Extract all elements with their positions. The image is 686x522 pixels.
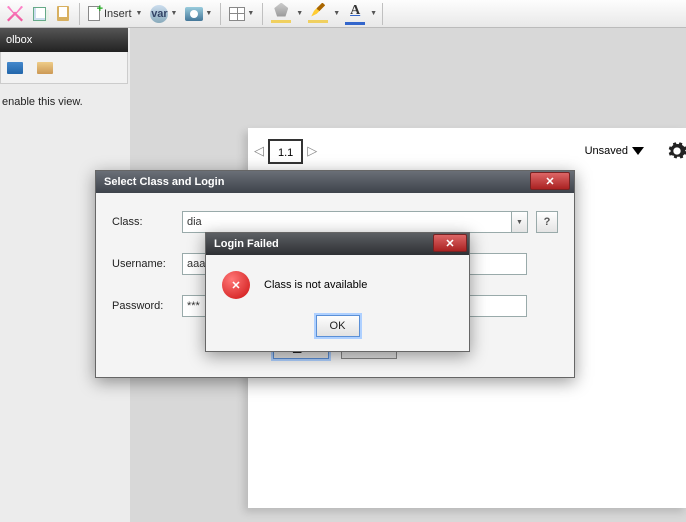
- toolbox-panel: olbox enable this view.: [0, 28, 128, 108]
- close-icon: ✕: [545, 175, 554, 188]
- chevron-down-icon[interactable]: ▼: [333, 10, 340, 17]
- close-button[interactable]: ✕: [433, 234, 467, 252]
- error-title: Login Failed: [214, 238, 279, 250]
- error-titlebar[interactable]: Login Failed ✕: [206, 233, 469, 255]
- chevron-down-icon[interactable]: ▼: [296, 10, 303, 17]
- ok-label: OK: [330, 320, 346, 332]
- close-icon: ✕: [445, 237, 454, 250]
- text-color-menu[interactable]: A: [342, 3, 368, 25]
- gear-icon: [666, 140, 686, 162]
- settings-button[interactable]: [666, 140, 686, 162]
- book-icon[interactable]: [7, 62, 23, 74]
- new-page-icon: [88, 6, 100, 21]
- fill-color-menu[interactable]: [268, 3, 294, 25]
- close-button[interactable]: ✕: [530, 172, 570, 190]
- help-label: ?: [544, 216, 551, 228]
- prev-tab-button[interactable]: ◁: [254, 143, 264, 159]
- toolbar-separator: [262, 3, 263, 25]
- color-swatch: [271, 20, 291, 23]
- font-color-icon: A: [350, 3, 360, 19]
- error-body: ✕ Class is not available OK: [206, 255, 469, 351]
- chevron-down-icon: ▼: [205, 10, 212, 17]
- document-tab-bar: ◁ 1.1 ▷ Unsaved: [254, 136, 684, 166]
- copy-icon: [33, 7, 46, 21]
- help-button[interactable]: ?: [536, 211, 558, 233]
- chevron-down-icon: ▼: [516, 219, 523, 226]
- next-tab-button[interactable]: ▷: [307, 143, 317, 159]
- chevron-down-icon: ▼: [136, 10, 143, 17]
- password-label: Password:: [112, 300, 182, 312]
- enable-view-text: enable this view.: [0, 96, 128, 108]
- toolbar-separator: [79, 3, 80, 25]
- toolbar-separator: [382, 3, 383, 25]
- username-label: Username:: [112, 258, 182, 270]
- folder-icon[interactable]: [37, 62, 53, 74]
- class-dropdown-button[interactable]: ▼: [512, 211, 528, 233]
- main-toolbar: Insert ▼ var ▼ ▼ ▼ ▼ ▼ A ▼: [0, 0, 686, 28]
- variable-menu[interactable]: var ▼: [147, 3, 180, 25]
- login-failed-dialog: Login Failed ✕ ✕ Class is not available …: [205, 232, 470, 352]
- ok-button[interactable]: OK: [316, 315, 360, 337]
- dialog-titlebar[interactable]: Select Class and Login ✕: [96, 171, 574, 193]
- pencil-icon: [311, 3, 325, 17]
- chevron-down-icon[interactable]: ▼: [370, 10, 377, 17]
- triangle-down-icon: [632, 147, 644, 155]
- page-tab[interactable]: 1.1: [268, 139, 303, 164]
- chevron-down-icon: ▼: [170, 10, 177, 17]
- class-select[interactable]: [182, 211, 512, 233]
- page-tab-label: 1.1: [278, 147, 293, 159]
- dialog-title: Select Class and Login: [104, 176, 224, 188]
- insert-menu[interactable]: Insert ▼: [85, 3, 145, 25]
- clipboard-icon: [57, 6, 69, 21]
- table-icon: [229, 7, 245, 21]
- line-color-menu[interactable]: [305, 3, 331, 25]
- table-menu[interactable]: ▼: [226, 3, 257, 25]
- toolbox-header: olbox: [0, 28, 128, 52]
- paint-bucket-icon: [274, 3, 288, 17]
- toolbox-title: olbox: [6, 34, 32, 46]
- cut-button[interactable]: [4, 3, 26, 25]
- camera-icon: [185, 7, 203, 21]
- variable-icon: var: [150, 5, 168, 23]
- error-icon: ✕: [222, 271, 250, 299]
- color-swatch: [345, 22, 365, 25]
- toolbar-separator: [220, 3, 221, 25]
- insert-label: Insert: [102, 8, 134, 20]
- screenshot-menu[interactable]: ▼: [182, 3, 215, 25]
- class-label: Class:: [112, 216, 182, 228]
- error-message: Class is not available: [264, 279, 367, 291]
- toolbox-body: [0, 52, 128, 84]
- document-status-label: Unsaved: [585, 145, 628, 157]
- scissors-icon: [7, 6, 23, 22]
- copy-button[interactable]: [28, 3, 50, 25]
- paste-button[interactable]: [52, 3, 74, 25]
- color-swatch: [308, 20, 328, 23]
- chevron-down-icon: ▼: [247, 10, 254, 17]
